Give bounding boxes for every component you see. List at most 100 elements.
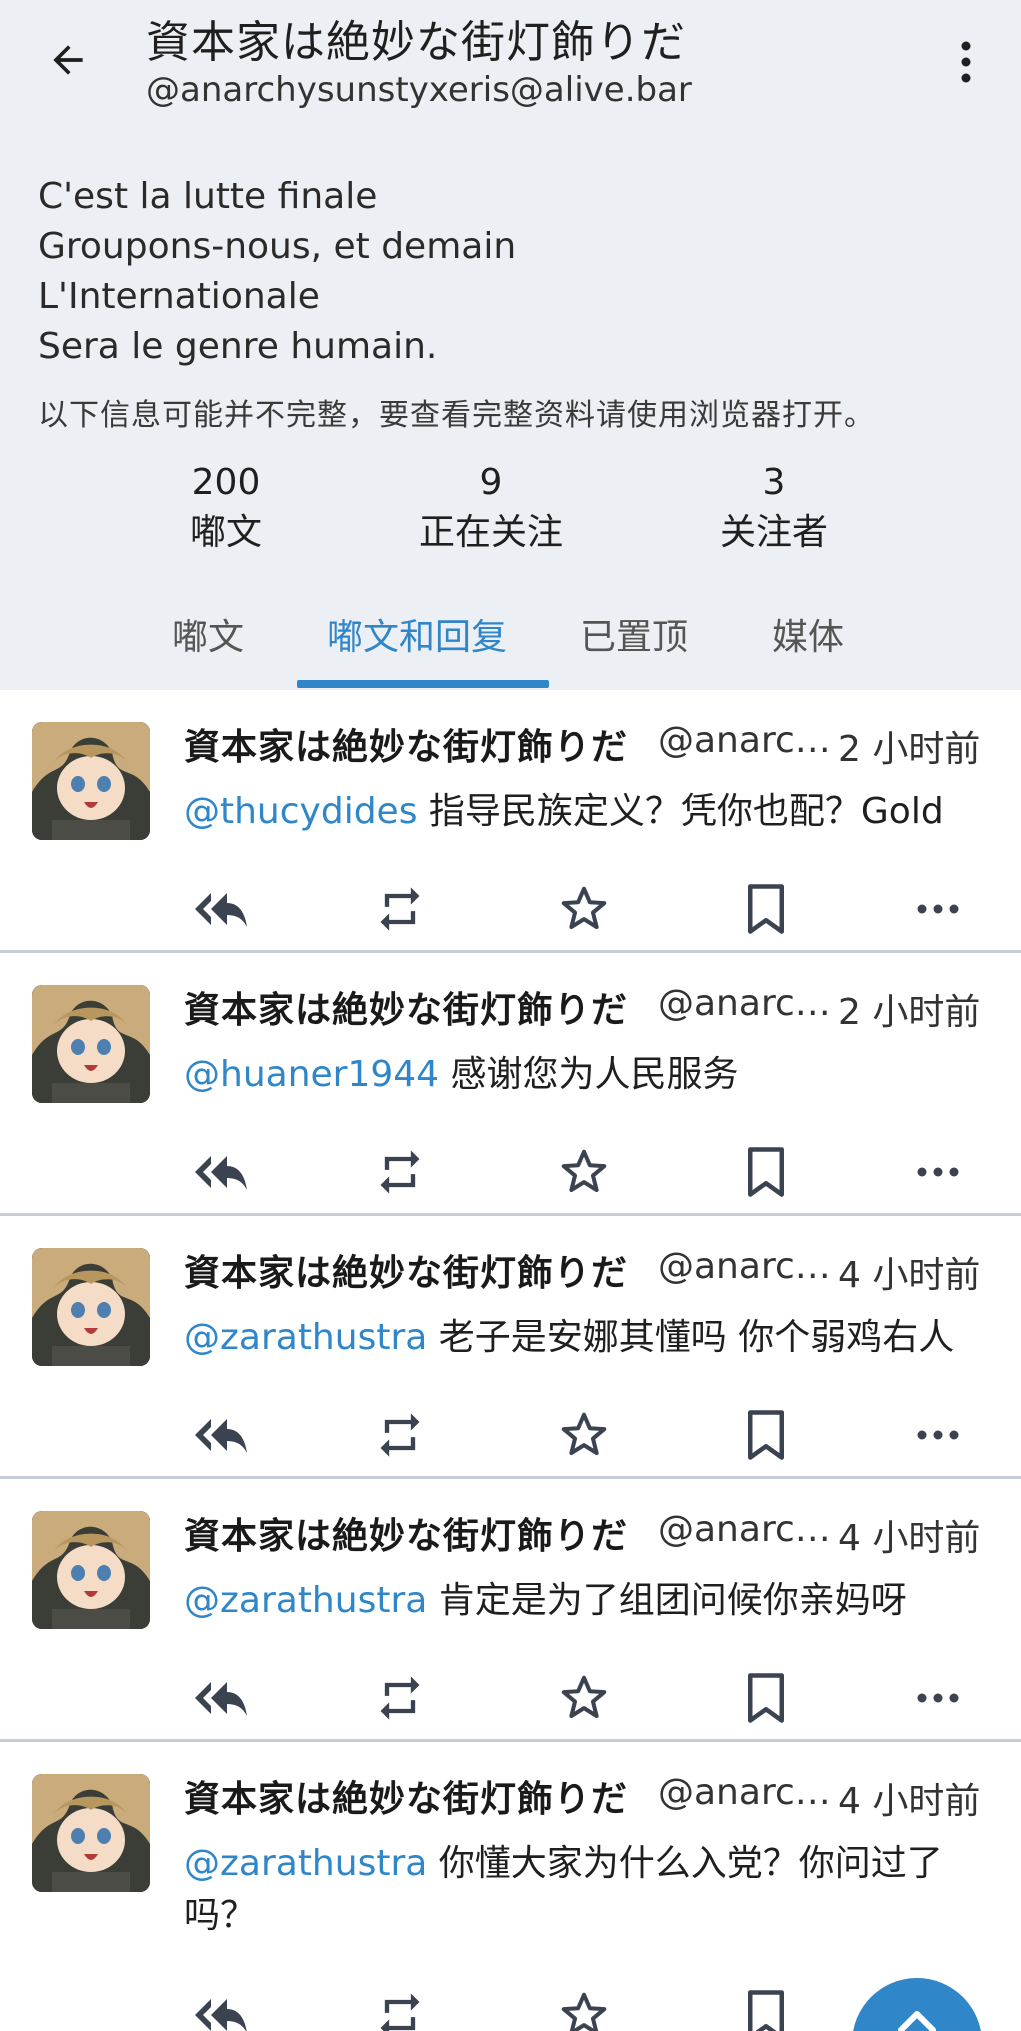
post-timestamp: 4 小时前 <box>838 1518 981 1559</box>
mention-link[interactable]: @thucydides <box>184 791 417 832</box>
post-content: @zarathustra 老子是安娜其懂吗 你个弱鸡右人 <box>184 1312 994 1364</box>
more-horizontal-icon <box>917 1430 959 1440</box>
post-author-handle: @anarc… <box>658 983 831 1024</box>
post-text: 感谢您为人民服务 <box>439 1054 739 1095</box>
tab-posts-and-replies[interactable]: 嘟文和回复 <box>327 608 507 660</box>
bio-line: C'est la lutte finale <box>38 176 378 217</box>
post-author-name[interactable]: 資本家は絶妙な街灯飾りだ <box>184 1770 628 1822</box>
profile-tabs: 嘟文 嘟文和回复 已置顶 媒体 <box>0 592 1021 690</box>
post-text: 老子是安娜其懂吗 你个弱鸡右人 <box>427 1317 955 1358</box>
post-author-name[interactable]: 資本家は絶妙な街灯飾りだ <box>184 981 628 1033</box>
post-timestamp: 2 小时前 <box>838 992 981 1033</box>
bio-line: Sera le genre humain. <box>38 326 438 367</box>
more-menu-button[interactable] <box>946 30 986 94</box>
boost-button[interactable] <box>365 1980 435 2031</box>
avatar[interactable] <box>32 1248 150 1366</box>
tab-media[interactable]: 媒体 <box>772 608 844 660</box>
star-icon <box>561 1992 607 2031</box>
reply-button[interactable] <box>184 874 254 944</box>
favourite-button[interactable] <box>549 1980 619 2031</box>
bookmark-button[interactable] <box>731 874 801 944</box>
bookmark-button[interactable] <box>731 1137 801 1207</box>
bio-line: L'Internationale <box>38 276 320 317</box>
favourite-button[interactable] <box>549 1400 619 1470</box>
stat-posts[interactable]: 200 嘟文 <box>116 458 336 558</box>
post-author-name[interactable]: 資本家は絶妙な街灯飾りだ <box>184 1244 628 1296</box>
stat-following-count: 9 <box>479 462 503 503</box>
post-actions <box>0 1137 1021 1207</box>
post-actions <box>0 874 1021 944</box>
stat-followers-label: 关注者 <box>719 512 828 553</box>
post-author-name[interactable]: 資本家は絶妙な街灯飾りだ <box>184 718 628 770</box>
mention-link[interactable]: @zarathustra <box>184 1317 427 1358</box>
reply-button[interactable] <box>184 1137 254 1207</box>
bookmark-icon <box>748 1673 784 1723</box>
post-actions <box>0 1400 1021 1470</box>
post-author-name[interactable]: 資本家は絶妙な街灯飾りだ <box>184 1507 628 1559</box>
more-vertical-icon <box>961 41 971 83</box>
bookmark-button[interactable] <box>731 1400 801 1470</box>
reply-all-icon <box>195 893 247 927</box>
mention-link[interactable]: @huaner1944 <box>184 1054 439 1095</box>
post-actions <box>0 1663 1021 1733</box>
profile-display-name: 資本家は絶妙な街灯飾りだ <box>146 17 686 68</box>
list-item[interactable]: 資本家は絶妙な街灯飾りだ @anarc… 4 小时前 @zarathustra … <box>0 1742 1021 2031</box>
post-more-button[interactable] <box>903 1137 973 1207</box>
chevron-up-icon <box>898 2011 936 2031</box>
post-text: 肯定是为了组团问候你亲妈呀 <box>427 1580 907 1621</box>
boost-button[interactable] <box>365 1137 435 1207</box>
star-icon <box>561 1675 607 1719</box>
post-timestamp: 4 小时前 <box>838 1781 981 1822</box>
avatar[interactable] <box>32 985 150 1103</box>
favourite-button[interactable] <box>549 874 619 944</box>
favourite-button[interactable] <box>549 1663 619 1733</box>
mention-link[interactable]: @zarathustra <box>184 1580 427 1621</box>
back-button[interactable] <box>40 32 96 88</box>
incomplete-profile-notice: 以下信息可能并不完整，要查看完整资料请使用浏览器打开。 <box>38 398 875 433</box>
list-item[interactable]: 資本家は絶妙な街灯飾りだ @anarc… 2 小时前 @thucydides 指… <box>0 690 1021 953</box>
stat-following[interactable]: 9 正在关注 <box>381 458 601 558</box>
avatar[interactable] <box>32 722 150 840</box>
star-icon <box>561 1149 607 1193</box>
more-horizontal-icon <box>917 904 959 914</box>
repeat-icon <box>380 1993 420 2031</box>
stat-followers-count: 3 <box>762 462 786 503</box>
tab-posts[interactable]: 嘟文 <box>172 608 244 660</box>
post-more-button[interactable] <box>903 874 973 944</box>
bookmark-icon <box>748 1990 784 2031</box>
reply-button[interactable] <box>184 1980 254 2031</box>
post-author-handle: @anarc… <box>658 1246 831 1287</box>
reply-button[interactable] <box>184 1400 254 1470</box>
avatar[interactable] <box>32 1774 150 1892</box>
repeat-icon <box>380 1676 420 1720</box>
more-horizontal-icon <box>917 1693 959 1703</box>
mention-link[interactable]: @zarathustra <box>184 1843 427 1884</box>
post-more-button[interactable] <box>903 1400 973 1470</box>
post-author-handle: @anarc… <box>658 720 831 761</box>
post-content: @huaner1944 感谢您为人民服务 <box>184 1049 994 1101</box>
bookmark-button[interactable] <box>731 1980 801 2031</box>
avatar[interactable] <box>32 1511 150 1629</box>
reply-button[interactable] <box>184 1663 254 1733</box>
post-more-button[interactable] <box>903 1663 973 1733</box>
post-content: @thucydides 指导民族定义？凭你也配？Gold <box>184 786 994 838</box>
star-icon <box>561 1412 607 1456</box>
star-icon <box>561 886 607 930</box>
stat-followers[interactable]: 3 关注者 <box>664 458 884 558</box>
favourite-button[interactable] <box>549 1137 619 1207</box>
reply-all-icon <box>195 1999 247 2031</box>
post-content: @zarathustra 你懂大家为什么入党？你问过了吗？ <box>184 1838 994 1942</box>
tab-pinned[interactable]: 已置顶 <box>580 608 688 660</box>
bookmark-button[interactable] <box>731 1663 801 1733</box>
post-author-handle: @anarc… <box>658 1772 831 1813</box>
boost-button[interactable] <box>365 1663 435 1733</box>
list-item[interactable]: 資本家は絶妙な街灯飾りだ @anarc… 2 小时前 @huaner1944 感… <box>0 953 1021 1216</box>
repeat-icon <box>380 1413 420 1457</box>
bookmark-icon <box>748 884 784 934</box>
reply-all-icon <box>195 1682 247 1716</box>
boost-button[interactable] <box>365 1400 435 1470</box>
stat-following-label: 正在关注 <box>418 512 563 553</box>
list-item[interactable]: 資本家は絶妙な街灯飾りだ @anarc… 4 小时前 @zarathustra … <box>0 1479 1021 1742</box>
list-item[interactable]: 資本家は絶妙な街灯飾りだ @anarc… 4 小时前 @zarathustra … <box>0 1216 1021 1479</box>
boost-button[interactable] <box>365 874 435 944</box>
